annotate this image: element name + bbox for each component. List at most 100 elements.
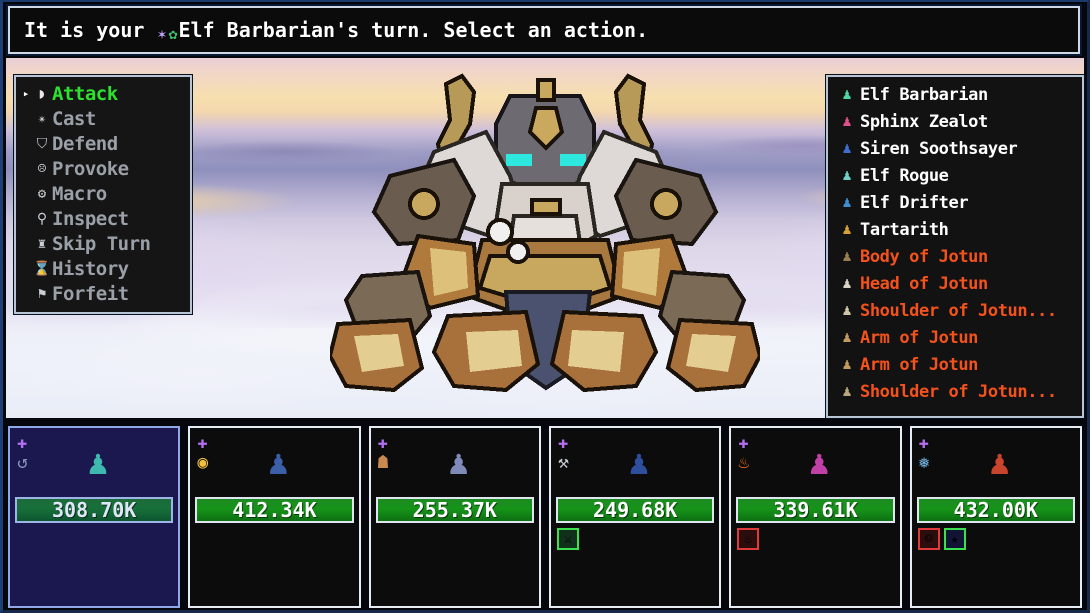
turn-order-row[interactable]: ♟ Arm of Jotun — [832, 351, 1082, 378]
jotun-arm-portrait: ♟ — [842, 328, 852, 346]
jotun-body-portrait: ♟ — [842, 247, 852, 265]
turn-order-name: Elf Barbarian — [860, 84, 988, 105]
sword-buff-status[interactable]: ⚔ — [556, 528, 579, 550]
turn-order-name: Shoulder of Jotun... — [860, 300, 1057, 321]
rage-status[interactable]: ☺ — [917, 528, 940, 550]
burn-status[interactable]: ♨ — [737, 528, 760, 550]
menu-label-cast: Cast — [52, 107, 96, 130]
jotun-shoulder-portrait: ♟ — [842, 301, 852, 319]
buff-cross-icon: ✚ — [377, 433, 388, 453]
status-effect-row: ☺ ★ — [917, 528, 1075, 550]
buff-cross-icon: ✚ — [918, 433, 929, 453]
party-member-card[interactable]: ✚ ❅ ♟ 432.00K ☺ ★ — [909, 426, 1082, 608]
turn-order-row[interactable]: ♟ Siren Soothsayer — [832, 135, 1082, 162]
hp-bar: 339.61K — [736, 497, 895, 523]
card-sprite-area: ✚ ♨ ♟ — [736, 433, 894, 495]
buff-cross-icon: ✚ — [197, 433, 208, 453]
banner-prefix: It is your — [24, 18, 157, 42]
hourglass-skip-icon: ♜ — [37, 235, 47, 252]
party-member-card[interactable]: ✚ ⚒ ♟ 249.68K ⚔ — [548, 426, 722, 608]
turn-order-row[interactable]: ♟ Elf Drifter — [832, 189, 1082, 216]
magnifier-icon: ⚲ — [36, 210, 48, 227]
turn-order-name: Elf Rogue — [860, 165, 949, 186]
menu-item-cast[interactable]: ✴ Cast — [16, 106, 190, 131]
party-member-card[interactable]: ✚ ☗ ♟ 255.37K — [368, 426, 541, 608]
prism-shell-icon: ◉ — [197, 452, 209, 473]
elf-barbarian-portrait: ♟ — [842, 85, 852, 103]
boss-sprite-jotun[interactable] — [330, 72, 760, 402]
banner-suffix: 's turn. Select an action. — [335, 18, 649, 42]
elf-rogue-sprite: ♟ — [448, 443, 469, 483]
menu-label-defend: Defend — [52, 132, 118, 155]
card-badge-column: ✚ ⚒ — [558, 435, 602, 474]
menu-label-history: History — [52, 257, 129, 280]
leaf-icon: ✿ — [168, 25, 178, 43]
turn-order-row[interactable]: ♟ Elf Rogue — [832, 162, 1082, 189]
battle-message-banner: It is your ✶ ✿Elf Barbarian's turn. Selec… — [8, 6, 1080, 54]
sparkle-icon: ✶ — [157, 25, 167, 43]
menu-label-skip-turn: Skip Turn — [52, 232, 151, 255]
tartarith-portrait: ♟ — [842, 220, 852, 238]
party-member-card[interactable]: ✚ ↺ ♟ 308.70K — [8, 426, 181, 608]
menu-item-provoke[interactable]: ☹ Provoke — [16, 156, 190, 181]
hourglass-icon: ⌛ — [33, 260, 51, 277]
card-sprite-area: ✚ ⚒ ♟ — [556, 433, 714, 495]
card-badge-column: ✚ ◉ — [197, 435, 241, 474]
menu-item-defend[interactable]: ⛉ Defend — [16, 131, 190, 156]
tartarith-sprite: ♟ — [989, 443, 1010, 483]
party-member-card[interactable]: ✚ ♨ ♟ 339.61K ♨ — [729, 426, 902, 608]
card-sprite-area: ✚ ☗ ♟ — [376, 433, 534, 495]
turn-order-row[interactable]: ♟ Body of Jotun — [832, 243, 1082, 270]
party-panel: ✚ ↺ ♟ 308.70K ✚ ◉ ♟ 412.34K ✚ ☗ ♟ 255.37K ✚ ⚒ ♟ 249.68K… — [8, 426, 1082, 608]
card-sprite-area: ✚ ↺ ♟ — [15, 433, 173, 495]
turn-order-row[interactable]: ♟ Tartarith — [832, 216, 1082, 243]
menu-item-forfeit[interactable]: ⚑ Forfeit — [16, 281, 190, 306]
hp-bar: 255.37K — [375, 497, 534, 523]
hp-bar: 249.68K — [555, 497, 715, 523]
frost-burst-icon: ❅ — [918, 452, 930, 473]
menu-item-skip-turn[interactable]: ♜ Skip Turn — [16, 231, 190, 256]
game-screen: It is your ✶ ✿Elf Barbarian's turn. Selec… — [0, 0, 1090, 613]
hp-value: 432.00K — [953, 498, 1038, 522]
party-member-card[interactable]: ✚ ◉ ♟ 412.34K — [188, 426, 361, 608]
turn-order-name: Body of Jotun — [860, 246, 988, 267]
taunt-face-icon: ☹ — [37, 160, 47, 177]
hp-value: 412.34K — [232, 498, 317, 522]
turn-order-panel[interactable]: ♟ Elf Barbarian ♟ Sphinx Zealot ♟ Siren Sooth… — [826, 75, 1084, 418]
flame-icon: ♨ — [738, 452, 750, 473]
menu-item-macro[interactable]: ⚙ Macro — [16, 181, 190, 206]
jotun-arm-portrait: ♟ — [842, 355, 852, 373]
elf-drifter-portrait: ♟ — [842, 193, 852, 211]
siren-soothsayer-sprite: ♟ — [628, 443, 650, 483]
elf-barbarian-sprite: ♟ — [87, 443, 109, 483]
card-badge-column: ✚ ☗ — [378, 435, 422, 474]
hp-bar: 432.00K — [916, 497, 1075, 523]
hp-value: 249.68K — [593, 498, 678, 522]
turn-order-name: Arm of Jotun — [860, 354, 979, 375]
menu-item-inspect[interactable]: ⚲ Inspect — [16, 206, 190, 231]
turn-order-row[interactable]: ♟ Shoulder of Jotun... — [832, 378, 1082, 405]
turn-order-row[interactable]: ♟ Head of Jotun — [832, 270, 1082, 297]
menu-item-attack[interactable]: ▸ ◗ Attack — [16, 81, 190, 106]
turn-order-name: Shoulder of Jotun... — [860, 381, 1057, 402]
turn-order-row[interactable]: ♟ Sphinx Zealot — [832, 108, 1082, 135]
turn-order-row[interactable]: ♟ Arm of Jotun — [832, 324, 1082, 351]
buff-cross-icon: ✚ — [557, 433, 569, 453]
turn-order-name: Head of Jotun — [860, 273, 988, 294]
buff-cross-icon: ✚ — [17, 433, 28, 453]
star-status[interactable]: ★ — [943, 528, 966, 550]
turn-order-row[interactable]: ♟ Shoulder of Jotun... — [832, 297, 1082, 324]
banner-actor-name: Elf Barbarian — [178, 18, 336, 42]
turn-order-row[interactable]: ♟ Elf Barbarian — [832, 81, 1082, 108]
card-sprite-area: ✚ ◉ ♟ — [195, 433, 353, 495]
jotun-head-portrait: ♟ — [842, 274, 852, 292]
menu-item-history[interactable]: ⌛ History — [16, 256, 190, 281]
status-effect-row: ♨ — [736, 528, 894, 550]
turn-order-name: Arm of Jotun — [860, 327, 979, 348]
jotun-shoulder-portrait: ♟ — [842, 382, 852, 400]
card-badge-column: ✚ ↺ — [17, 435, 61, 474]
sphinx-zealot-sprite: ♟ — [809, 443, 830, 483]
hp-bar: 308.70K — [15, 497, 174, 523]
action-menu[interactable]: ▸ ◗ Attack ✴ Cast ⛉ Defend ☹ Provoke ⚙ M… — [14, 75, 192, 314]
sphinx-zealot-portrait: ♟ — [842, 112, 852, 130]
